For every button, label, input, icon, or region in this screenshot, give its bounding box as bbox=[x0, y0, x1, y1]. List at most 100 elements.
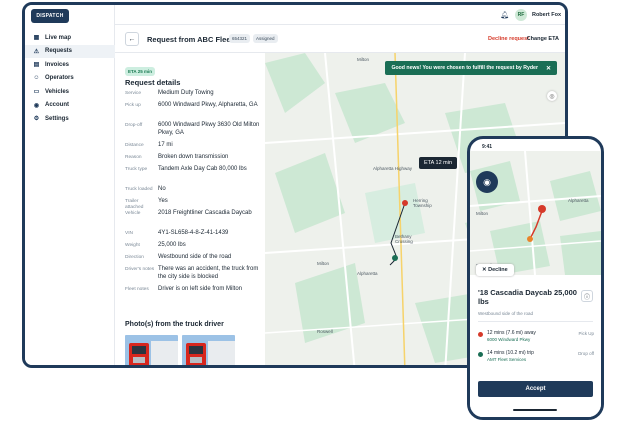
detail-row: Vehicle 2018 Freightliner Cascadia Daycab bbox=[125, 210, 265, 230]
map-label: Milton bbox=[317, 261, 330, 266]
stop-eta: 14 mins (10.2 mi) trip bbox=[487, 350, 534, 356]
truck-photo[interactable] bbox=[182, 335, 235, 365]
detail-label: Distance bbox=[125, 143, 144, 148]
map-label: Bethany Crossing bbox=[395, 234, 413, 244]
detail-value: Driver is on left side from Milton bbox=[158, 286, 243, 292]
dropoff-dot-icon bbox=[478, 352, 483, 357]
app-logo[interactable]: DISPATCH bbox=[31, 9, 69, 23]
stop-tag: Drop off bbox=[578, 351, 594, 356]
detail-value: 4Y1-SL658-4-8-Z-41-1439 bbox=[158, 230, 229, 236]
sidebar-item-invoices[interactable]: ▤ Invoices bbox=[25, 58, 115, 72]
detail-row: Truck loaded No bbox=[125, 186, 265, 198]
map-label: Herring Township bbox=[413, 198, 432, 208]
decline-label: Decline bbox=[488, 267, 508, 273]
eta-tooltip: ETA 12 min bbox=[419, 157, 458, 169]
detail-value: Broken down transmission bbox=[158, 154, 229, 160]
sidebar-item-label: Operators bbox=[45, 75, 74, 82]
phone-time: 9:41 bbox=[482, 144, 493, 150]
sidebar-item-live-map[interactable]: ▦ Live map bbox=[25, 31, 115, 45]
sidebar-item-settings[interactable]: ⚙ Settings bbox=[25, 112, 115, 126]
detail-value: No bbox=[158, 186, 166, 192]
detail-label: Truck loaded bbox=[125, 187, 153, 192]
page-title: Request from ABC Fleet bbox=[147, 35, 233, 44]
detail-label: Reason bbox=[125, 155, 142, 160]
detail-label: Vehicle bbox=[125, 211, 141, 216]
detail-value: 25,000 lbs bbox=[158, 242, 186, 248]
stop-dropoff: 14 mins (10.2 mi) trip AMT Fleet Service… bbox=[478, 350, 594, 366]
request-sheet: '18 Cascadia Daycab 25,000 lbs Westbound… bbox=[470, 278, 601, 417]
sidebar: DISPATCH ▦ Live map ⚠ Requests ▤ Invoices ☺… bbox=[25, 5, 115, 365]
sidebar-item-label: Vehicles bbox=[45, 88, 70, 95]
detail-row: Drop-off 6000 Windward Pkwy 3630 Old Milt… bbox=[125, 122, 265, 142]
detail-label: Drop-off bbox=[125, 123, 143, 128]
back-button[interactable]: ← bbox=[125, 32, 139, 46]
sidebar-item-label: Live map bbox=[45, 34, 72, 41]
accept-button[interactable]: Accept bbox=[478, 381, 593, 397]
success-toast: Good news! You were chosen to fulfill th… bbox=[385, 61, 557, 75]
map-label: Milton bbox=[476, 211, 489, 216]
detail-rows: Service Medium Duty Towing Pick up 6000 Win… bbox=[125, 90, 265, 298]
arrow-left-icon: ← bbox=[128, 35, 136, 43]
detail-label: VIN bbox=[125, 231, 133, 236]
sidebar-item-requests[interactable]: ⚠ Requests bbox=[25, 44, 115, 58]
detail-row: VIN 4Y1-SL658-4-8-Z-41-1439 bbox=[125, 230, 265, 242]
sidebar-item-vehicles[interactable]: ▭ Vehicles bbox=[25, 85, 115, 99]
decline-request-button[interactable]: Decline request bbox=[488, 36, 529, 42]
request-header: ← Request from ABC Fleet 654321 Assigned… bbox=[115, 25, 565, 53]
detail-label: Truck type bbox=[125, 167, 148, 172]
divider bbox=[478, 321, 593, 322]
operators-icon: ☺ bbox=[33, 75, 40, 82]
detail-label: Service bbox=[125, 91, 141, 96]
phone-map-canvas bbox=[470, 151, 601, 275]
sidebar-item-label: Invoices bbox=[45, 61, 70, 68]
detail-value: Tandem Axle Day Cab 80,000 lbs bbox=[158, 166, 247, 172]
detail-label: Trailer attached bbox=[125, 199, 144, 210]
sidebar-item-label: Account bbox=[45, 102, 69, 109]
map-label: Milton bbox=[357, 57, 370, 62]
stop-address: AMT Fleet Services bbox=[487, 357, 527, 362]
map-label: Alpharetta Highway bbox=[373, 166, 413, 171]
close-icon[interactable]: ✕ bbox=[546, 65, 551, 72]
stop-eta: 12 mins (7.6 mi) away bbox=[487, 330, 536, 336]
request-details-panel: ETA 25 min Request details Service Medium… bbox=[115, 53, 265, 365]
warning-icon: ⚠ bbox=[33, 48, 40, 55]
decline-button[interactable]: ✕ Decline bbox=[476, 264, 514, 276]
sidebar-nav: ▦ Live map ⚠ Requests ▤ Invoices ☺ Operators… bbox=[25, 31, 115, 126]
detail-row: Driver's notes There was an accident, the… bbox=[125, 266, 265, 286]
compass-icon[interactable]: ◎ bbox=[547, 91, 557, 101]
pickup-dot-icon bbox=[478, 332, 483, 337]
stop-address: 6000 Windward Pkwy bbox=[487, 337, 531, 342]
phone-status-bar: 9:41 bbox=[470, 139, 601, 151]
detail-row: Fleet notes Driver is on left side from M… bbox=[125, 286, 265, 298]
topbar: 🔔︎ RF Robert Fox bbox=[115, 5, 565, 25]
detail-label: Driver's notes bbox=[125, 267, 155, 272]
map-label: Roswell bbox=[317, 329, 333, 334]
direction-text: Westbound side of the road bbox=[478, 311, 533, 316]
detail-label: Pick up bbox=[125, 103, 141, 108]
status-badge: Assigned bbox=[253, 34, 278, 43]
sidebar-item-account[interactable]: ◉ Account bbox=[25, 99, 115, 113]
truck-photo[interactable] bbox=[125, 335, 178, 365]
detail-row: Trailer attached Yes bbox=[125, 198, 265, 210]
info-icon[interactable]: ⓘ bbox=[581, 290, 593, 302]
user-name[interactable]: Robert Fox bbox=[532, 12, 561, 18]
stage: DISPATCH ▦ Live map ⚠ Requests ▤ Invoices ☺… bbox=[0, 0, 624, 423]
gear-icon: ⚙ bbox=[33, 116, 40, 123]
detail-label: Weight bbox=[125, 243, 140, 248]
detail-value: 2018 Freightliner Cascadia Daycab bbox=[158, 210, 252, 216]
stop-pickup: 12 mins (7.6 mi) away 6000 Windward Pkwy… bbox=[478, 330, 594, 346]
sidebar-item-label: Requests bbox=[45, 48, 73, 55]
detail-label: Direction bbox=[125, 255, 144, 260]
change-eta-button[interactable]: Change ETA bbox=[527, 36, 559, 42]
detail-row: Distance 17 mi bbox=[125, 142, 265, 154]
detail-row: Reason Broken down transmission bbox=[125, 154, 265, 166]
detail-row: Weight 25,000 lbs bbox=[125, 242, 265, 254]
sidebar-item-operators[interactable]: ☺ Operators bbox=[25, 72, 115, 86]
map-label: Alpharetta bbox=[357, 271, 378, 276]
avatar[interactable]: RF bbox=[515, 9, 527, 21]
truck-icon: ▭ bbox=[33, 89, 40, 96]
phone-map[interactable]: ◉ Alpharetta Milton Roswell bbox=[470, 151, 601, 275]
toast-text: Good news! You were chosen to fulfill th… bbox=[391, 65, 538, 71]
app-logo-icon: ◉ bbox=[476, 171, 498, 193]
bell-icon[interactable]: 🔔︎ bbox=[500, 11, 509, 19]
